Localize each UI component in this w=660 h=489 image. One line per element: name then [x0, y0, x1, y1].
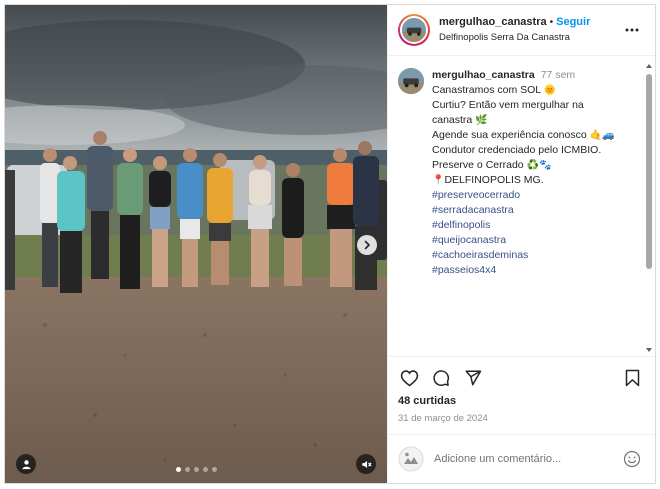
hashtag-link[interactable]: #serradacanastra	[432, 203, 615, 218]
post-actions: 48 curtidas 31 de março de 2024	[388, 356, 655, 434]
caption-text: Condutor credenciado pelo ICMBIO.	[432, 144, 602, 156]
share-button[interactable]	[462, 367, 484, 389]
carousel-indicator	[5, 467, 387, 472]
carousel-dot	[202, 467, 208, 472]
next-slide-button[interactable]	[357, 235, 377, 255]
profile-picture-image	[402, 18, 426, 42]
comment-form	[388, 434, 655, 483]
post-date[interactable]: 31 de março de 2024	[398, 413, 643, 424]
hashtag-link[interactable]: #queijocanastra	[432, 233, 615, 248]
scroll-up-arrow-icon[interactable]	[645, 62, 653, 70]
post-caption: mergulhao_canastra 77 sem Canastramos com…	[388, 56, 655, 278]
likes-count[interactable]: 48 curtidas	[398, 395, 643, 407]
hashtag-link[interactable]: #passeios4x4	[432, 263, 615, 278]
caption-text: canastra	[432, 114, 476, 126]
post-location[interactable]: Delfinopolis Serra Da Canastra	[439, 30, 621, 45]
carousel-dot	[184, 467, 190, 472]
scroll-down-arrow-icon[interactable]	[645, 346, 653, 354]
caption-text: Agende sua experiência conosco	[432, 129, 590, 141]
smiley-icon	[623, 450, 641, 468]
follow-button[interactable]: Seguir	[556, 15, 590, 30]
separator-dot: •	[549, 17, 554, 28]
profile-picture-image	[398, 68, 424, 94]
user-avatar-icon	[398, 446, 424, 472]
post-header: mergulhao_canastra • Seguir Delfinopolis…	[388, 5, 655, 56]
scrollbar-thumb[interactable]	[646, 74, 652, 269]
group-photo-image	[5, 5, 387, 483]
author-username[interactable]: mergulhao_canastra	[439, 15, 547, 30]
carousel-dot	[211, 467, 217, 472]
hashtag-link[interactable]: #cachoeirasdeminas	[432, 248, 615, 263]
caption-username[interactable]: mergulhao_canastra	[432, 69, 535, 81]
emoji-picker-button[interactable]	[621, 448, 643, 470]
pin-emoji: 📍	[432, 175, 445, 186]
heart-icon	[400, 370, 418, 387]
post-dialog: mergulhao_canastra • Seguir Delfinopolis…	[4, 4, 656, 484]
carousel-dot	[193, 467, 199, 472]
comment-button[interactable]	[430, 367, 452, 389]
comment-input[interactable]	[434, 453, 621, 465]
more-options-button[interactable]	[621, 19, 643, 41]
caption-scrollbar[interactable]	[645, 62, 653, 354]
chevron-right-icon	[364, 240, 370, 250]
more-horizontal-icon	[625, 28, 639, 32]
caption-text: Preserve o Cerrado	[432, 159, 527, 171]
caption-time: 77 sem	[540, 69, 576, 81]
speech-bubble-icon	[433, 370, 450, 386]
caption-avatar[interactable]	[398, 68, 424, 94]
post-photo[interactable]	[5, 5, 387, 483]
hashtag-link[interactable]: #preserveocerrado	[432, 188, 615, 203]
call-me-and-car-emoji: 🤙🚙	[589, 130, 615, 141]
viewer-avatar	[398, 446, 424, 472]
sun-emoji: 🌞	[543, 85, 557, 96]
like-button[interactable]	[398, 367, 420, 389]
caption-text: Curtiu? Então vem mergulhar na	[432, 99, 584, 111]
carousel-dot	[175, 467, 181, 472]
save-button[interactable]	[621, 367, 643, 389]
herb-emoji: 🌿	[475, 115, 488, 126]
caption-text: DELFINOPOLIS MG.	[444, 174, 544, 186]
caption-text: Canastramos com SOL	[432, 84, 544, 96]
author-avatar[interactable]	[398, 14, 430, 46]
recycle-and-paw-emoji: ♻️🐾	[526, 160, 552, 171]
post-side-panel: mergulhao_canastra • Seguir Delfinopolis…	[387, 5, 655, 483]
hashtag-link[interactable]: #delfinopolis	[432, 218, 615, 233]
caption-scroll-area[interactable]: mergulhao_canastra 77 sem Canastramos com…	[388, 56, 655, 356]
paper-plane-icon	[465, 370, 482, 386]
bookmark-icon	[625, 369, 639, 387]
